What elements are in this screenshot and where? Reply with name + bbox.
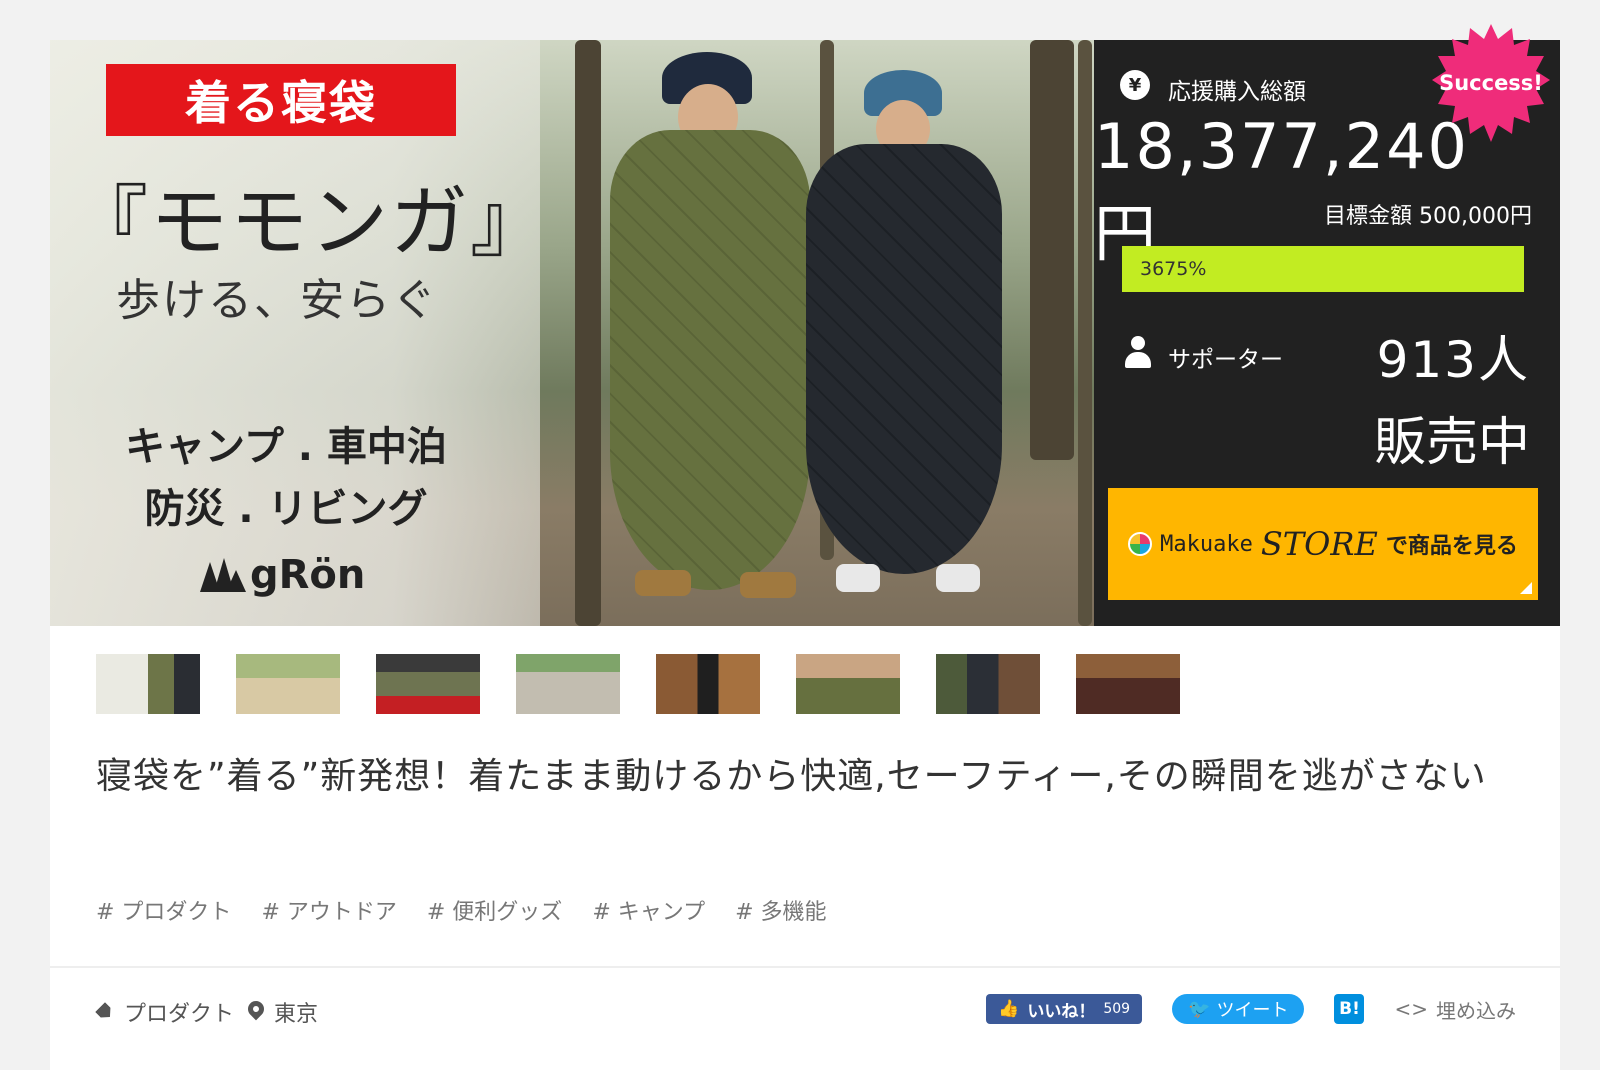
divider <box>50 966 1560 968</box>
tweet-button[interactable]: 🐦 ツイート <box>1172 994 1305 1024</box>
tag-link[interactable]: # 多機能 <box>735 894 826 926</box>
tag-link[interactable]: # プロダクト <box>96 894 231 926</box>
makuake-logo-icon <box>1128 532 1153 556</box>
mountain-icon <box>200 558 246 592</box>
facebook-like-label: いいね！ <box>1027 1001 1096 1022</box>
total-label: 応援購入総額 <box>1168 79 1306 105</box>
hero-red-label: 着る寝袋 <box>106 64 456 136</box>
tag-list: # プロダクト # アウトドア # 便利グッズ # キャンプ # 多機能 <box>96 894 827 926</box>
goal-amount: 目標金額 500,000円 <box>1324 204 1532 229</box>
thumbnail-8[interactable] <box>1076 654 1180 714</box>
supporters-label: サポーター <box>1168 347 1283 373</box>
hero-subtitle: 歩ける、安らぐ <box>116 275 438 326</box>
thumbs-up-icon: 👍 <box>998 999 1020 1019</box>
share-bar: 👍 いいね！ 509 🐦 ツイート B! <> 埋め込み <box>986 994 1516 1024</box>
supporters-count: 913人 <box>1376 331 1530 389</box>
thumbnail-strip <box>96 654 1180 714</box>
hero-use-line-1: キャンプ . 車中泊 <box>125 424 447 470</box>
embed-label: 埋め込み <box>1436 998 1516 1023</box>
tag-link[interactable]: # キャンプ <box>592 894 705 926</box>
twitter-bird-icon: 🐦 <box>1188 998 1211 1020</box>
hero-uses: キャンプ . 車中泊 防災 . リビング <box>116 416 456 540</box>
yen-icon: ¥ <box>1120 70 1150 100</box>
success-badge: Success! <box>1432 24 1550 142</box>
project-meta: プロダクト 東京 <box>96 996 318 1028</box>
tag-link[interactable]: # 便利グッズ <box>427 894 562 926</box>
thumbnail-7[interactable] <box>936 654 1040 714</box>
hero-title: 『モモンガ』 <box>70 178 551 268</box>
thumbnail-2[interactable] <box>236 654 340 714</box>
location-pin-icon <box>244 997 268 1023</box>
success-badge-label: Success! <box>1439 71 1543 95</box>
tweet-label: ツイート <box>1216 1000 1289 1021</box>
progress-percent: 3675% <box>1140 258 1207 280</box>
thumbnail-5[interactable] <box>656 654 760 714</box>
tag-link[interactable]: # アウトドア <box>261 894 396 926</box>
hatena-bookmark-button[interactable]: B! <box>1334 994 1365 1024</box>
facebook-like-count: 509 <box>1103 1001 1131 1017</box>
makuake-store-button[interactable]: Makuake STORE で商品を見る <box>1108 488 1538 600</box>
hero-use-line-2: 防災 . リビング <box>144 486 428 532</box>
location-link[interactable]: 東京 <box>244 996 319 1028</box>
brand-name: gRön <box>250 552 366 598</box>
progress-bar: 3675% <box>1122 246 1524 292</box>
tag-icon <box>96 1003 114 1021</box>
person-icon <box>1124 336 1152 370</box>
thumbnail-4[interactable] <box>516 654 620 714</box>
code-icon: <> <box>1394 997 1428 1021</box>
corner-arrow-icon <box>1520 582 1532 594</box>
project-title: 寝袋を”着る”新発想！着たまま動けるから快適,セーフティー,その瞬間を逃がさない <box>96 756 1487 797</box>
thumbnail-1[interactable] <box>96 654 200 714</box>
location-label: 東京 <box>274 1002 319 1027</box>
store-suffix: で商品を見る <box>1385 534 1518 559</box>
hero-area: 着る寝袋 『モモンガ』 歩ける、安らぐ キャンプ . 車中泊 防災 . リビング… <box>50 24 1560 626</box>
thumbnail-6[interactable] <box>796 654 900 714</box>
project-card: 着る寝袋 『モモンガ』 歩ける、安らぐ キャンプ . 車中泊 防災 . リビング… <box>50 24 1560 1070</box>
store-brand: Makuake <box>1160 531 1253 557</box>
sale-status: 販売中 <box>1373 413 1530 473</box>
category-link[interactable]: プロダクト <box>96 996 234 1028</box>
thumbnail-3[interactable] <box>376 654 480 714</box>
facebook-like-button[interactable]: 👍 いいね！ 509 <box>986 994 1143 1024</box>
store-script: STORE <box>1260 525 1378 563</box>
embed-button[interactable]: <> 埋め込み <box>1394 995 1516 1024</box>
brand-logo: gRön <box>200 552 365 598</box>
category-label: プロダクト <box>124 1002 235 1027</box>
